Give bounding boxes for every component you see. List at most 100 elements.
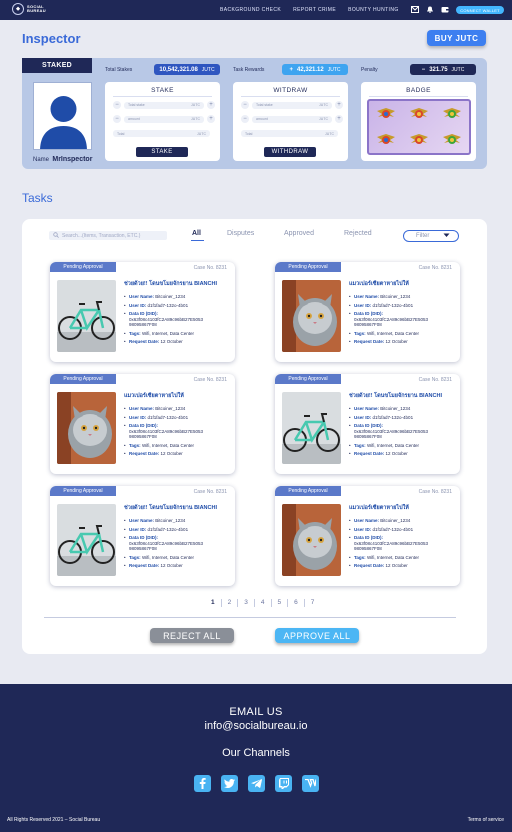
detail-user-id: User ID: d1f1fad7-132o-4b01 [124, 415, 230, 421]
task-card[interactable]: Pending Approval Case No. 8231 ช่วยด้วย!! … [50, 262, 235, 362]
detail-tags: Tags: Wifi, Internet, Data Center [349, 555, 455, 561]
task-title[interactable]: แมวเปอร์เซียตาหายไปให้ [349, 504, 409, 512]
tab-all[interactable]: All [192, 230, 201, 237]
logo-text-line2: BUREAU [27, 8, 46, 13]
task-title[interactable]: ช่วยด้วย!! โดนขโมยจักรยาน BIANCHI [124, 504, 217, 512]
nav-link-report-crime[interactable]: REPORT CRIME [293, 7, 336, 13]
page-2[interactable]: 2 [220, 599, 238, 607]
page-6[interactable]: 6 [287, 599, 304, 607]
detail-user-name: User Name: Bitcoiner_1234 [349, 518, 455, 524]
minus-circle-icon[interactable]: − [241, 115, 249, 123]
detail-tags: Tags: Wifi, Internet, Data Center [124, 443, 230, 449]
detail-user-id: User ID: d1f1fad7-132o-4b01 [349, 303, 455, 309]
task-card[interactable]: Pending Approval Case No. 8231 ช่วยด้วย!! … [275, 374, 460, 474]
stake-button[interactable]: STAKE [136, 147, 188, 157]
winged-badge-icon[interactable] [441, 131, 463, 149]
task-image [57, 504, 116, 576]
page-5[interactable]: 5 [270, 599, 288, 607]
task-card[interactable]: Pending Approval Case No. 8231 แมวเปอร์เซี… [50, 374, 235, 474]
tab-rejected[interactable]: Rejected [344, 230, 372, 237]
winged-badge-icon[interactable] [408, 105, 430, 123]
detail-did: Data ID (DID):0x63f08c4103fC2A89c96bB27E… [349, 535, 455, 552]
minus-circle-icon[interactable]: − [113, 101, 121, 109]
task-title[interactable]: ช่วยด้วย!! โดนขโมยจักรยาน BIANCHI [124, 280, 217, 288]
withdraw-amount-input[interactable]: amount JUTC [252, 115, 332, 123]
footer: EMAIL US info@socialbureau.io Our Channe… [0, 684, 512, 832]
winged-badge-icon[interactable] [441, 105, 463, 123]
task-details: User Name: Bitcoiner_1234 User ID: d1f1fa… [349, 294, 455, 348]
task-card[interactable]: Pending Approval Case No. 8231 ช่วยด้วย!! … [50, 486, 235, 586]
filter-dropdown[interactable]: Filter [403, 230, 459, 242]
buy-jutc-button[interactable]: BUY JUTC [427, 30, 486, 46]
stake-total-input[interactable]: Total stake JUTC [124, 101, 204, 109]
plus-circle-icon[interactable]: + [207, 101, 215, 109]
detail-tags: Tags: Wifi, Internet, Data Center [124, 331, 230, 337]
task-title[interactable]: ช่วยด้วย!! โดนขโมยจักรยาน BIANCHI [349, 392, 442, 400]
top-navigation: ◆ SOCIAL BUREAU BACKGROUND CHECK REPORT … [0, 0, 512, 20]
twitch-icon[interactable] [275, 775, 292, 792]
social-links [194, 775, 319, 792]
plus-circle-icon[interactable]: + [335, 101, 343, 109]
withdraw-total-input[interactable]: Total stake JUTC [252, 101, 332, 109]
detail-user-name: User Name: Bitcoiner_1234 [124, 406, 230, 412]
stake-amount-input[interactable]: amount JUTC [124, 115, 204, 123]
page-4[interactable]: 4 [253, 599, 271, 607]
detail-user-name: User Name: Bitcoiner_1234 [124, 518, 230, 524]
task-search-input[interactable]: Search...(Items, Transaction, ETC.) [49, 231, 167, 240]
task-rewards-value: +42,321.12 JUTC [282, 64, 348, 75]
winged-badge-icon[interactable] [375, 105, 397, 123]
task-image [57, 392, 116, 464]
case-number: Case No. 8231 [193, 489, 227, 495]
stake-total-field: Total JUTC [113, 130, 210, 137]
winged-badge-icon[interactable] [408, 131, 430, 149]
bell-icon[interactable] [426, 6, 434, 13]
reject-all-button[interactable]: REJECT ALL [150, 628, 234, 643]
facebook-icon[interactable] [194, 775, 211, 792]
tab-approved[interactable]: Approved [284, 230, 314, 237]
twitter-icon[interactable] [221, 775, 238, 792]
detail-request-date: Request Date: 12 October [349, 451, 455, 457]
terms-of-service-link[interactable]: Terms of service [468, 817, 504, 823]
name-label: Name [33, 157, 50, 163]
withdraw-button[interactable]: WITHDRAW [264, 147, 316, 157]
task-card[interactable]: Pending Approval Case No. 8231 แมวเปอร์เซี… [275, 262, 460, 362]
wallet-icon[interactable] [441, 6, 449, 13]
email-link[interactable]: info@socialbureau.io [0, 720, 512, 732]
plus-circle-icon[interactable]: + [207, 115, 215, 123]
stake-card-title: STAKE [151, 87, 174, 94]
task-title[interactable]: แมวเปอร์เซียตาหายไปให้ [124, 392, 184, 400]
page-3[interactable]: 3 [237, 599, 254, 607]
page-1[interactable]: 1 [205, 599, 221, 607]
logo-badge-icon: ◆ [12, 3, 24, 15]
mail-icon[interactable] [411, 6, 419, 13]
staked-tab[interactable]: STAKED [22, 58, 92, 73]
social-bureau-logo[interactable]: ◆ SOCIAL BUREAU [12, 3, 46, 15]
minus-circle-icon[interactable]: − [241, 101, 249, 109]
detail-request-date: Request Date: 12 October [124, 451, 230, 457]
cat-photo [282, 504, 341, 576]
task-card[interactable]: Pending Approval Case No. 8231 แมวเปอร์เซี… [275, 486, 460, 586]
nav-links: BACKGROUND CHECK REPORT CRIME BOUNTY HUN… [220, 7, 399, 13]
minus-circle-icon[interactable]: − [113, 115, 121, 123]
tasks-title: Tasks [22, 191, 53, 205]
task-title[interactable]: แมวเปอร์เซียตาหายไปให้ [349, 280, 409, 288]
task-details: User Name: Bitcoiner_1234 User ID: d1f1fa… [124, 518, 230, 572]
detail-user-name: User Name: Bitcoiner_1234 [349, 294, 455, 300]
task-details: User Name: Bitcoiner_1234 User ID: d1f1fa… [349, 518, 455, 572]
status-badge: Pending Approval [275, 486, 341, 496]
detail-user-name: User Name: Bitcoiner_1234 [124, 294, 230, 300]
cat-photo [57, 392, 116, 464]
winged-badge-icon[interactable] [375, 131, 397, 149]
bicycle-photo [57, 280, 116, 352]
penalty-label: Penalty [361, 67, 378, 73]
tab-disputes[interactable]: Disputes [227, 230, 254, 237]
approve-all-button[interactable]: APPROVE ALL [275, 628, 359, 643]
telegram-icon[interactable] [248, 775, 265, 792]
connect-wallet-button[interactable]: CONNECT WALLET [456, 6, 504, 14]
nav-link-bounty-hunting[interactable]: BOUNTY HUNTING [348, 7, 399, 13]
wordpress-icon[interactable] [302, 775, 319, 792]
task-details: User Name: Bitcoiner_1234 User ID: d1f1fa… [124, 294, 230, 348]
nav-link-background-check[interactable]: BACKGROUND CHECK [220, 7, 281, 13]
page-7[interactable]: 7 [303, 599, 321, 607]
plus-circle-icon[interactable]: + [335, 115, 343, 123]
